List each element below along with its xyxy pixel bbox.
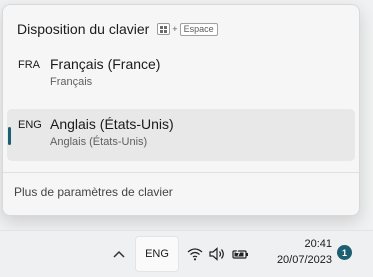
battery-icon[interactable]: [232, 246, 249, 263]
input-language-indicator[interactable]: ENG: [135, 236, 179, 272]
system-tray-icons[interactable]: [186, 245, 249, 263]
keyboard-layout-flyout: Disposition du clavier + Espace FRA Fran…: [2, 4, 360, 216]
keyboard-shortcut-hint: + Espace: [157, 22, 218, 36]
more-keyboard-settings-link[interactable]: Plus de paramètres de clavier: [14, 185, 173, 199]
language-name: Anglais (États-Unis): [50, 116, 174, 132]
shortcut-plus: +: [172, 24, 178, 34]
clock-date: 20/07/2023: [276, 254, 332, 266]
speaker-icon[interactable]: [209, 246, 226, 263]
flyout-header: Disposition du clavier + Espace: [17, 17, 345, 41]
flyout-title: Disposition du clavier: [17, 21, 150, 37]
windows-key-icon: [157, 23, 171, 35]
notification-badge[interactable]: 1: [337, 245, 352, 260]
language-item-eng[interactable]: ENG Anglais (États-Unis) Anglais (États-…: [7, 109, 355, 161]
clock-time: 20:41: [304, 238, 332, 250]
wifi-icon[interactable]: [186, 246, 203, 263]
language-code: ENG: [18, 119, 42, 131]
selected-indicator: [8, 127, 11, 145]
language-item-fra[interactable]: FRA Français (France) Français: [7, 49, 355, 101]
shortcut-space-key: Espace: [179, 22, 218, 36]
language-keyboard: Français: [50, 76, 93, 88]
language-keyboard: Anglais (États-Unis): [50, 136, 148, 148]
divider: [3, 172, 359, 173]
clock[interactable]: 20:41 20/07/2023: [268, 236, 332, 268]
language-code: FRA: [18, 59, 40, 71]
taskbar: ENG 20:41 20/07/2023: [0, 230, 373, 277]
chevron-up-icon[interactable]: [110, 245, 128, 263]
language-name: Français (France): [50, 56, 161, 72]
